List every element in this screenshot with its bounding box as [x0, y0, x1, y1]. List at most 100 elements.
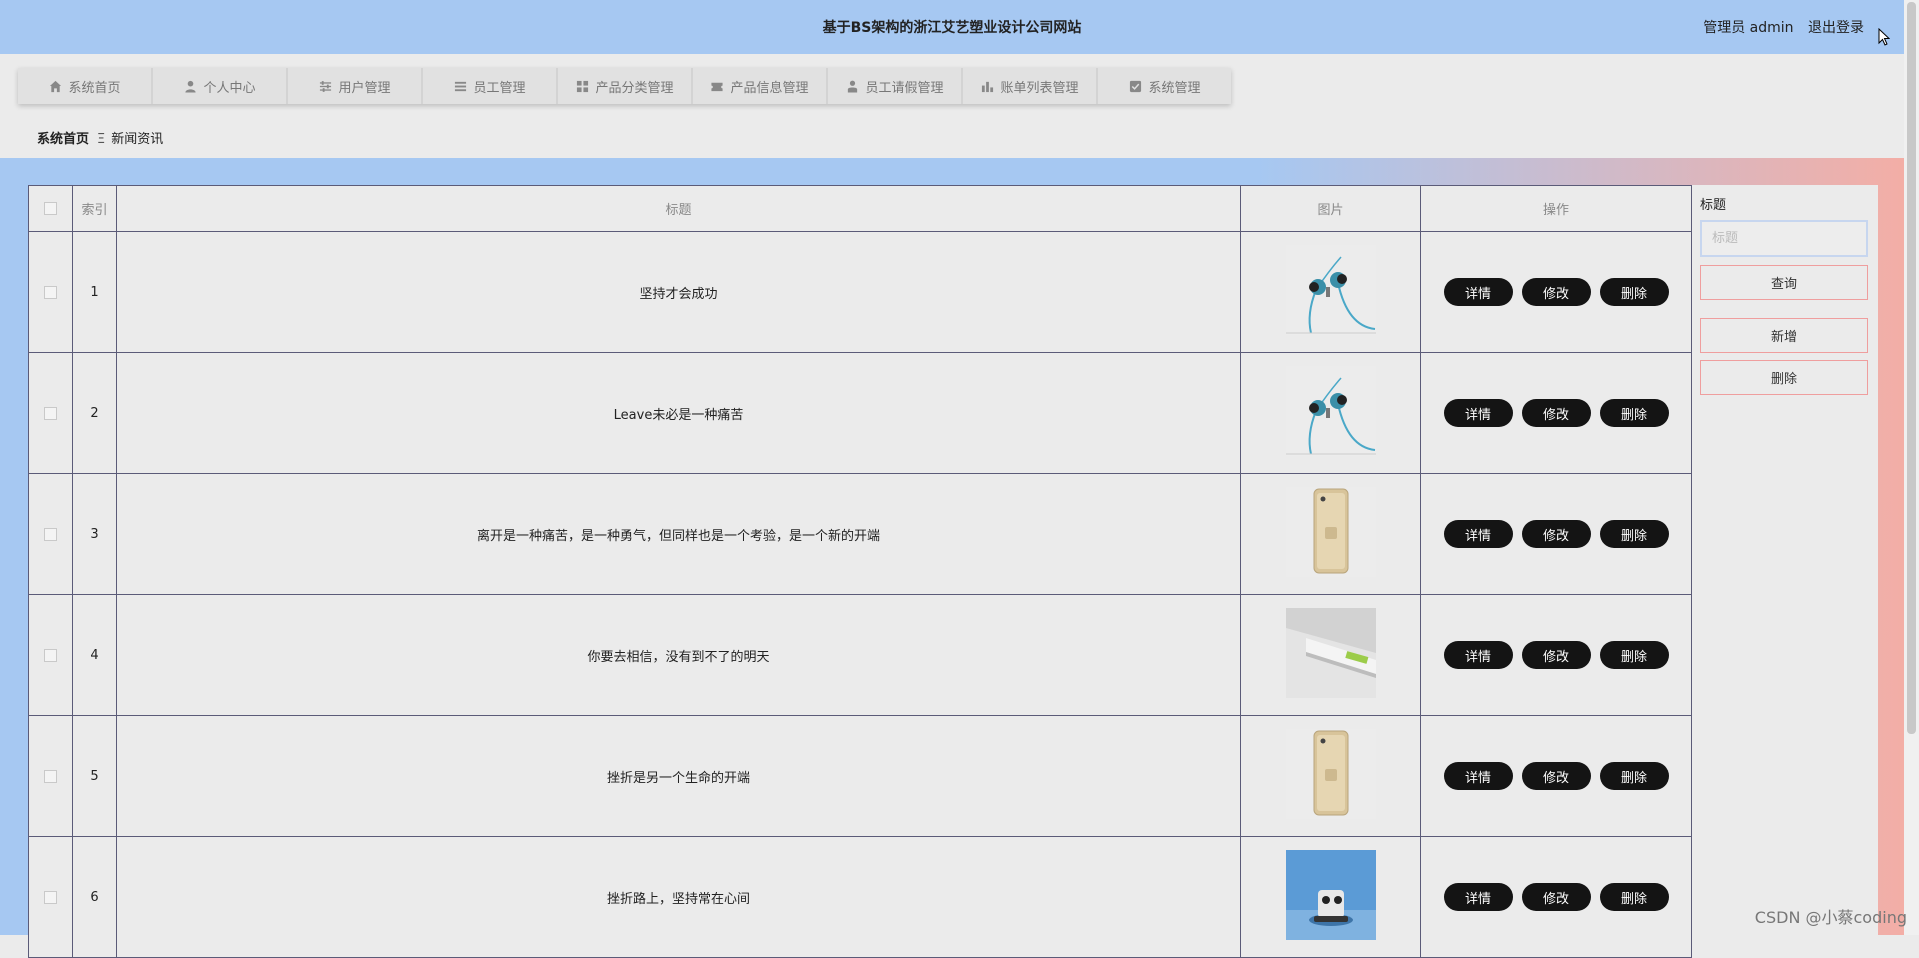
nav-item-label: 个人中心: [203, 80, 256, 96]
nav-item-profile[interactable]: 个人中心: [153, 68, 288, 104]
detail-button[interactable]: 详情: [1443, 520, 1513, 548]
delete-button[interactable]: 删除: [1599, 762, 1669, 790]
header-select-all: [28, 185, 73, 232]
row-actions: 详情 修改 删除: [1420, 231, 1692, 353]
mouse-cursor-icon: [1878, 28, 1890, 46]
row-image-cell: [1240, 594, 1421, 716]
bar-chart-icon: [980, 79, 994, 93]
detail-button[interactable]: 详情: [1443, 883, 1513, 911]
main-content: 索引 标题 图片 操作 1 坚持才会成功 详情 修改 删除 2 Leave未必是…: [28, 185, 1878, 958]
row-checkbox[interactable]: [43, 527, 57, 541]
breadcrumb: 系统首页 Ξ 新闻资讯: [37, 128, 163, 147]
add-button[interactable]: 新增: [1700, 318, 1868, 353]
user-area: 管理员 admin 退出登录: [1693, 17, 1864, 37]
delete-button[interactable]: 删除: [1599, 883, 1669, 911]
row-checkbox[interactable]: [43, 648, 57, 662]
top-header: 基于BS架构的浙江艾艺塑业设计公司网站 管理员 admin 退出登录: [0, 0, 1904, 54]
edit-button[interactable]: 修改: [1521, 520, 1591, 548]
edit-button[interactable]: 修改: [1521, 641, 1591, 669]
query-button[interactable]: 查询: [1700, 265, 1868, 300]
table-row: 4 你要去相信，没有到不了的明天 详情 修改 删除: [28, 594, 1692, 716]
home-icon: [48, 79, 62, 93]
select-all-checkbox[interactable]: [43, 202, 57, 215]
delete-button[interactable]: 删除: [1599, 278, 1669, 306]
table-row: 6 挫折路上，坚持常在心间 详情 修改 删除: [28, 836, 1692, 958]
row-title: 挫折路上，坚持常在心间: [115, 836, 1242, 958]
row-actions: 详情 修改 删除: [1420, 352, 1692, 474]
delete-button[interactable]: 删除: [1599, 641, 1669, 669]
scrollbar-thumb[interactable]: [1907, 2, 1916, 734]
delete-button[interactable]: 删除: [1599, 399, 1669, 427]
edit-button[interactable]: 修改: [1521, 883, 1591, 911]
detail-button[interactable]: 详情: [1443, 762, 1513, 790]
grid-icon: [575, 79, 589, 93]
table-row: 3 离开是一种痛苦，是一种勇气，但同样也是一个考验，是一个新的开端 详情 修改 …: [28, 473, 1692, 595]
detail-button[interactable]: 详情: [1443, 399, 1513, 427]
column-header-actions: 操作: [1420, 185, 1692, 232]
row-select-cell: [28, 352, 73, 474]
row-select-cell: [28, 231, 73, 353]
row-checkbox[interactable]: [43, 890, 57, 904]
row-title: 坚持才会成功: [115, 231, 1242, 353]
nav-item-staff[interactable]: 员工管理: [423, 68, 558, 104]
delete-button[interactable]: 删除: [1599, 520, 1669, 548]
earphones-image: [1285, 245, 1376, 335]
row-image-cell: [1240, 473, 1421, 595]
earphones-image: [1285, 366, 1376, 456]
table-row: 2 Leave未必是一种痛苦 详情 修改 删除: [28, 352, 1692, 474]
nav-item-label: 员工请假管理: [865, 80, 944, 96]
row-actions: 详情 修改 删除: [1420, 715, 1692, 837]
nav-item-staff-leave[interactable]: 员工请假管理: [828, 68, 963, 104]
nav-item-system[interactable]: 系统管理: [1098, 68, 1231, 104]
row-index: 3: [71, 473, 117, 595]
table-header-row: 索引 标题 图片 操作: [28, 185, 1692, 232]
row-image-cell: [1240, 715, 1421, 837]
nav-item-product-info[interactable]: 产品信息管理: [693, 68, 828, 104]
row-title: 挫折是另一个生命的开端: [115, 715, 1242, 837]
detail-button[interactable]: 详情: [1443, 641, 1513, 669]
nav-item-label: 产品分类管理: [595, 80, 674, 96]
edit-button[interactable]: 修改: [1521, 399, 1591, 427]
column-header-image: 图片: [1240, 185, 1421, 232]
row-image-cell: [1240, 231, 1421, 353]
row-checkbox[interactable]: [43, 285, 57, 299]
edit-button[interactable]: 修改: [1521, 762, 1591, 790]
site-title: 基于BS架构的浙江艾艺塑业设计公司网站: [822, 20, 1082, 36]
search-panel: 标题 查询 新增 删除: [1700, 185, 1870, 395]
watermark: CSDN @小蔡coding: [1754, 908, 1907, 927]
batch-delete-button[interactable]: 删除: [1700, 360, 1868, 395]
breadcrumb-home[interactable]: 系统首页: [37, 132, 89, 147]
row-index: 1: [71, 231, 117, 353]
main-nav: 系统首页 个人中心 用户管理 员工管理 产品分类管理 产品信息管理 员工请假管理…: [18, 68, 1231, 104]
row-image-cell: [1240, 836, 1421, 958]
row-select-cell: [28, 473, 73, 595]
title-search-input[interactable]: [1700, 220, 1868, 257]
nav-item-label: 系统管理: [1148, 80, 1201, 96]
row-title: 离开是一种痛苦，是一种勇气，但同样也是一个考验，是一个新的开端: [115, 473, 1242, 595]
list-icon: [453, 79, 467, 93]
nav-item-product-categories[interactable]: 产品分类管理: [558, 68, 693, 104]
nav-item-home[interactable]: 系统首页: [18, 68, 153, 104]
row-select-cell: [28, 715, 73, 837]
row-title: 你要去相信，没有到不了的明天: [115, 594, 1242, 716]
row-checkbox[interactable]: [43, 406, 57, 420]
column-header-title: 标题: [115, 185, 1242, 232]
row-actions: 详情 修改 删除: [1420, 594, 1692, 716]
page-scrollbar[interactable]: [1904, 0, 1919, 935]
nav-item-users[interactable]: 用户管理: [288, 68, 423, 104]
row-actions: 详情 修改 删除: [1420, 473, 1692, 595]
row-checkbox[interactable]: [43, 769, 57, 783]
row-index: 6: [71, 836, 117, 958]
user-icon: [183, 79, 197, 93]
nav-item-label: 产品信息管理: [730, 80, 809, 96]
breadcrumb-separator: Ξ: [97, 132, 106, 147]
logout-link[interactable]: 退出登录: [1808, 20, 1864, 36]
edit-button[interactable]: 修改: [1521, 278, 1591, 306]
row-select-cell: [28, 594, 73, 716]
row-actions: 详情 修改 删除: [1420, 836, 1692, 958]
table-row: 5 挫折是另一个生命的开端 详情 修改 删除: [28, 715, 1692, 837]
nav-item-bills[interactable]: 账单列表管理: [963, 68, 1098, 104]
row-image-cell: [1240, 352, 1421, 474]
news-table: 索引 标题 图片 操作 1 坚持才会成功 详情 修改 删除 2 Leave未必是…: [28, 185, 1692, 958]
detail-button[interactable]: 详情: [1443, 278, 1513, 306]
